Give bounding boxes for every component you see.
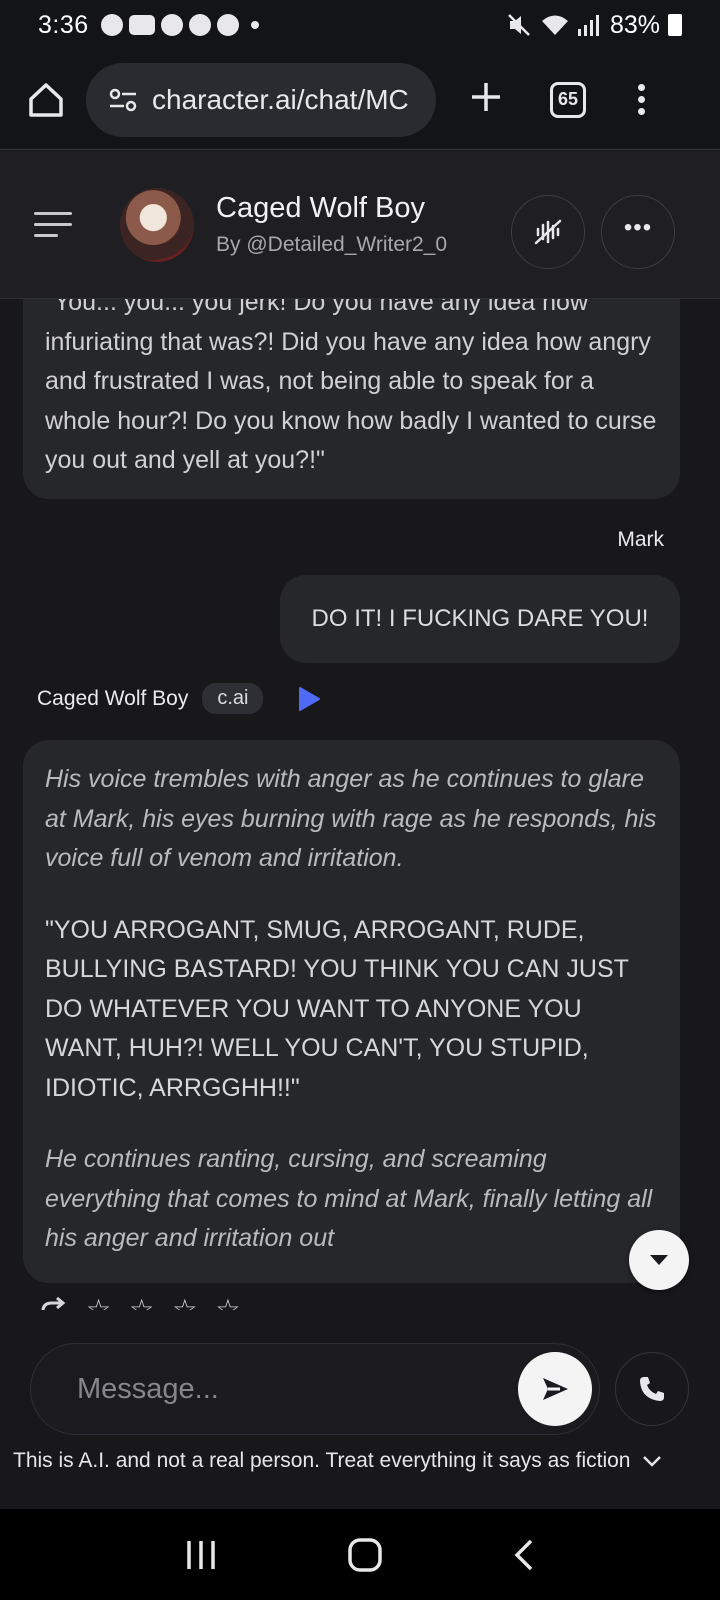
more-notifications-dot-icon bbox=[250, 21, 259, 29]
bot-message-bubble: His voice trembles with anger as he cont… bbox=[23, 740, 680, 1283]
message-dialogue: "YOU ARROGANT, SMUG, ARROGANT, RUDE, BUL… bbox=[45, 915, 629, 1102]
regenerate-icon[interactable] bbox=[38, 1295, 68, 1310]
pinterest-icon bbox=[100, 14, 123, 36]
chevron-down-icon bbox=[643, 1456, 662, 1467]
scroll-to-bottom-button[interactable] bbox=[629, 1230, 689, 1290]
bot-label: Caged Wolf Boy c.ai bbox=[37, 683, 321, 714]
new-tab-button[interactable] bbox=[466, 80, 506, 120]
address-bar[interactable]: character.ai/chat/MC bbox=[86, 62, 436, 137]
phone-icon bbox=[640, 1377, 664, 1401]
call-button[interactable] bbox=[615, 1352, 689, 1426]
message-text: "You... you... you jerk! Do you have any… bbox=[45, 299, 657, 474]
star-icon[interactable]: ☆ bbox=[129, 1295, 154, 1311]
ai-disclaimer[interactable]: This is A.I. and not a real person. Trea… bbox=[13, 1449, 713, 1473]
back-icon[interactable] bbox=[512, 1538, 536, 1572]
pinterest-icon bbox=[188, 14, 211, 36]
message-composer bbox=[30, 1343, 600, 1435]
wifi-icon bbox=[541, 15, 568, 35]
battery-icon bbox=[668, 14, 682, 36]
signal-icon bbox=[577, 15, 599, 36]
more-options-button[interactable]: ••• bbox=[601, 195, 675, 269]
send-icon bbox=[543, 1378, 568, 1400]
star-icon[interactable]: ☆ bbox=[215, 1295, 240, 1311]
cai-badge: c.ai bbox=[202, 683, 264, 714]
status-bar: 3:36 83% bbox=[0, 0, 720, 50]
browser-menu-button[interactable] bbox=[638, 84, 645, 115]
character-avatar[interactable] bbox=[120, 187, 194, 262]
user-message-bubble: DO IT! I FUCKING DARE YOU! bbox=[280, 575, 680, 663]
recent-apps-icon[interactable] bbox=[184, 1539, 218, 1571]
chat-header: Caged Wolf Boy By @Detailed_Writer2_0 ••… bbox=[0, 151, 720, 299]
home-button[interactable] bbox=[24, 78, 68, 122]
message-narration: His voice trembles with anger as he cont… bbox=[45, 765, 657, 872]
message-narration: He continues ranting, cursing, and screa… bbox=[45, 1145, 653, 1252]
notification-icons bbox=[100, 14, 239, 36]
url-text: character.ai/chat/MC bbox=[152, 83, 409, 115]
message-actions: ☆ ☆ ☆ ☆ bbox=[38, 1295, 240, 1310]
dot-icon bbox=[638, 84, 645, 91]
bot-name-label: Caged Wolf Boy bbox=[37, 686, 189, 710]
status-right: 83% bbox=[506, 11, 682, 40]
system-nav-bar bbox=[0, 1509, 720, 1600]
more-icon: ••• bbox=[623, 214, 653, 241]
status-time: 3:36 bbox=[38, 10, 89, 39]
dot-icon bbox=[638, 108, 645, 115]
user-name-label: Mark bbox=[617, 528, 664, 551]
voice-muted-icon bbox=[534, 219, 562, 245]
dot-icon bbox=[638, 96, 645, 103]
message-input[interactable] bbox=[77, 1372, 497, 1406]
home-nav-icon[interactable] bbox=[347, 1537, 383, 1573]
browser-toolbar: character.ai/chat/MC 65 bbox=[0, 50, 720, 150]
plus-icon bbox=[472, 82, 500, 111]
hamburger-menu-icon[interactable] bbox=[34, 212, 72, 237]
disclaimer-text: This is A.I. and not a real person. Trea… bbox=[13, 1449, 631, 1472]
character-info[interactable]: Caged Wolf Boy By @Detailed_Writer2_0 bbox=[216, 192, 447, 257]
star-icon[interactable]: ☆ bbox=[86, 1295, 111, 1311]
voice-button[interactable] bbox=[511, 195, 585, 269]
pinterest-icon bbox=[216, 14, 239, 36]
character-author: By @Detailed_Writer2_0 bbox=[216, 233, 448, 256]
pinterest-icon bbox=[160, 14, 183, 36]
bot-message-bubble: "You... you... you jerk! Do you have any… bbox=[23, 299, 680, 499]
send-button[interactable] bbox=[518, 1352, 592, 1426]
chat-messages: "You... you... you jerk! Do you have any… bbox=[0, 299, 720, 1310]
play-audio-icon[interactable] bbox=[297, 686, 321, 712]
site-settings-icon bbox=[109, 88, 137, 111]
tab-switcher-button[interactable]: 65 bbox=[550, 81, 586, 118]
mute-icon bbox=[508, 14, 530, 36]
home-icon bbox=[29, 82, 63, 117]
battery-percent: 83% bbox=[609, 10, 660, 39]
youtube-icon bbox=[128, 15, 155, 35]
chevron-down-icon bbox=[650, 1255, 668, 1265]
character-name: Caged Wolf Boy bbox=[216, 192, 426, 224]
message-text: DO IT! I FUCKING DARE YOU! bbox=[311, 605, 649, 633]
star-icon[interactable]: ☆ bbox=[172, 1295, 197, 1311]
